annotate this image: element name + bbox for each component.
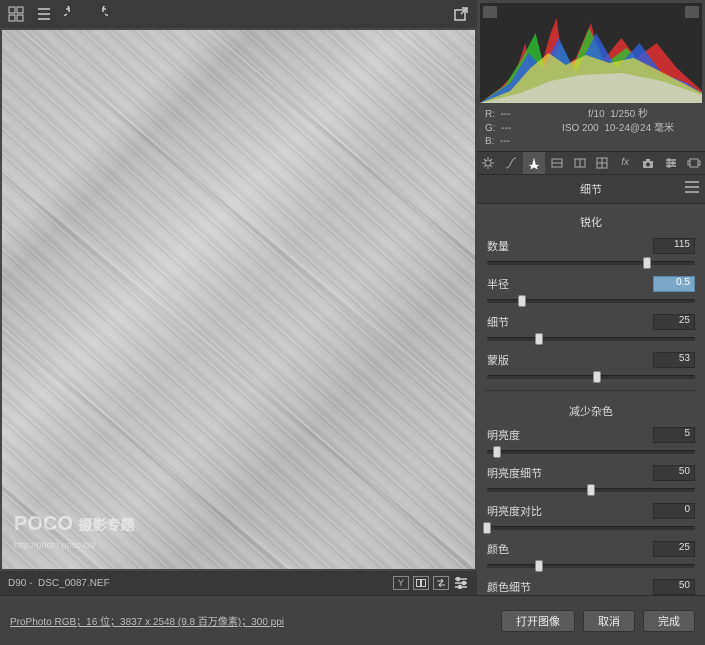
footer: ProPhoto RGB；16 位；3837 x 2548 (9.8 百万像素)… — [0, 595, 705, 645]
sharpen-title: 锐化 — [481, 208, 701, 236]
file-name: DSC_0087.NEF — [38, 578, 110, 589]
slider-label-color: 颜色 — [487, 541, 509, 557]
tab-preset[interactable] — [659, 152, 682, 174]
slider-value-lum-detail[interactable]: 50 — [653, 465, 695, 481]
slider-lum: 明亮度 5 — [481, 425, 701, 459]
slider-lum-detail: 明亮度细节 50 — [481, 463, 701, 497]
slider-lum-contrast: 明亮度对比 0 — [481, 501, 701, 535]
slider-value-color[interactable]: 25 — [653, 541, 695, 557]
slider-track-color[interactable] — [487, 559, 695, 573]
slider-thumb-mask[interactable] — [593, 371, 601, 383]
list-icon[interactable] — [36, 6, 52, 22]
export-icon[interactable] — [453, 6, 469, 22]
panel-tabs: fx — [477, 151, 705, 175]
slider-label-lum: 明亮度 — [487, 427, 520, 443]
open-image-button[interactable]: 打开图像 — [501, 610, 575, 632]
slider-track-lum-detail[interactable] — [487, 483, 695, 497]
slider-track-detail[interactable] — [487, 332, 695, 346]
slider-label-radius: 半径 — [487, 276, 509, 292]
slider-label-mask: 蒙版 — [487, 352, 509, 368]
slider-detail: 细节 25 — [481, 312, 701, 346]
tab-fx[interactable]: fx — [614, 152, 637, 174]
slider-track-lum-contrast[interactable] — [487, 521, 695, 535]
watermark-sub1: 摄影专题 — [78, 517, 134, 533]
slider-label-lum-detail: 明亮度细节 — [487, 465, 542, 481]
right-panel: R: --- G: --- B: --- f/10 1/250 秒 ISO 20… — [477, 0, 705, 595]
redo-icon[interactable] — [92, 6, 108, 22]
tab-basic[interactable] — [477, 152, 500, 174]
slider-thumb-detail[interactable] — [535, 333, 543, 345]
slider-track-lum[interactable] — [487, 445, 695, 459]
y-channel-icon[interactable]: Y — [393, 576, 409, 590]
tab-lens[interactable] — [591, 152, 614, 174]
slider-thumb-amount[interactable] — [643, 257, 651, 269]
slider-mask: 蒙版 53 — [481, 350, 701, 384]
undo-icon[interactable] — [64, 6, 80, 22]
tab-snapshot[interactable] — [682, 152, 705, 174]
slider-thumb-lum-detail[interactable] — [587, 484, 595, 496]
file-info-link[interactable]: ProPhoto RGB；16 位；3837 x 2548 (9.8 百万像素)… — [10, 613, 284, 628]
slider-label-color-detail: 颜色细节 — [487, 579, 531, 595]
watermark-brand: POCO — [14, 513, 73, 535]
slider-thumb-color[interactable] — [535, 560, 543, 572]
slider-thumb-radius[interactable] — [518, 295, 526, 307]
tab-curve[interactable] — [500, 152, 523, 174]
slider-track-mask[interactable] — [487, 370, 695, 384]
preview-toolbar — [0, 0, 477, 28]
slider-value-lum[interactable]: 5 — [653, 427, 695, 443]
slider-label-amount: 数量 — [487, 238, 509, 254]
watermark: POCO 摄影专题 http://photo.poco.cn/ — [14, 515, 134, 551]
slider-thumb-lum-contrast[interactable] — [483, 522, 491, 534]
slider-thumb-lum[interactable] — [493, 446, 501, 458]
done-button[interactable]: 完成 — [643, 610, 695, 632]
slider-amount: 数量 115 — [481, 236, 701, 270]
slider-label-lum-contrast: 明亮度对比 — [487, 503, 542, 519]
slider-value-lum-contrast[interactable]: 0 — [653, 503, 695, 519]
slider-color: 颜色 25 — [481, 539, 701, 573]
tab-camera[interactable] — [637, 152, 660, 174]
slider-label-detail: 细节 — [487, 314, 509, 330]
swap-icon[interactable] — [433, 576, 449, 590]
compare-icon[interactable] — [413, 576, 429, 590]
file-meta-bar: D90 - DSC_0087.NEF Y — [0, 571, 477, 595]
slider-color-detail: 颜色细节 50 — [481, 577, 701, 596]
cancel-button[interactable]: 取消 — [583, 610, 635, 632]
tab-detail[interactable] — [523, 152, 546, 174]
histogram[interactable] — [480, 3, 702, 103]
panel-menu-icon[interactable] — [685, 181, 699, 193]
tab-hsl[interactable] — [545, 152, 568, 174]
slider-radius: 半径 0.5 — [481, 274, 701, 308]
grid-icon[interactable] — [8, 6, 24, 22]
watermark-url: http://photo.poco.cn/ — [14, 540, 96, 550]
camera-model: D90 - — [8, 578, 32, 589]
noise-title: 减少杂色 — [481, 397, 701, 425]
panel-title: 细节 — [477, 175, 705, 204]
sliders-icon[interactable] — [453, 576, 469, 590]
slider-value-radius[interactable]: 0.5 — [653, 276, 695, 292]
tab-split[interactable] — [568, 152, 591, 174]
info-readout: R: --- G: --- B: --- f/10 1/250 秒 ISO 20… — [477, 106, 705, 151]
slider-track-amount[interactable] — [487, 256, 695, 270]
slider-value-mask[interactable]: 53 — [653, 352, 695, 368]
image-preview[interactable]: POCO 摄影专题 http://photo.poco.cn/ — [2, 30, 475, 569]
slider-value-amount[interactable]: 115 — [653, 238, 695, 254]
slider-value-color-detail[interactable]: 50 — [653, 579, 695, 595]
slider-track-radius[interactable] — [487, 294, 695, 308]
slider-value-detail[interactable]: 25 — [653, 314, 695, 330]
